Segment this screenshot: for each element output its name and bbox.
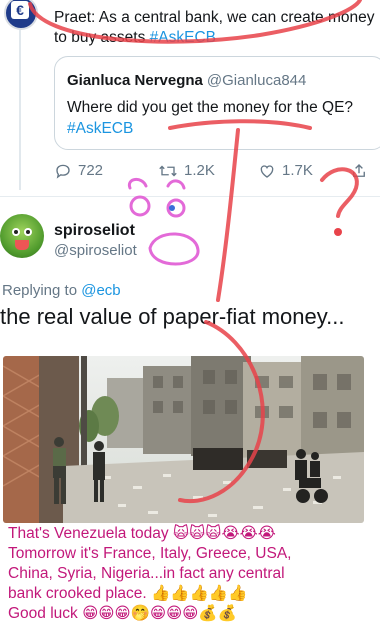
top-tweet[interactable]: € Praet: As a central bank, we can creat… xyxy=(0,0,380,52)
tweet-actions: 722 1.2K 1.7K xyxy=(54,160,380,182)
avatar-mouth xyxy=(15,240,29,250)
pink-eye-right xyxy=(166,198,186,218)
euro-icon: € xyxy=(11,1,29,19)
quoted-tweet[interactable]: Gianluca Nervegna @Gianluca844 Where did … xyxy=(54,56,380,150)
share-button[interactable] xyxy=(350,160,374,182)
divider xyxy=(0,196,380,197)
quote-handle: @Gianluca844 xyxy=(206,72,307,89)
red-question-dot xyxy=(334,228,342,236)
quote-author: Gianluca Nervegna @Gianluca844 xyxy=(67,72,307,89)
reply-icon xyxy=(56,164,70,179)
mention-ecb[interactable]: @ecb xyxy=(81,282,120,299)
retweet-icon xyxy=(159,165,177,177)
tweet-photo[interactable] xyxy=(3,356,364,523)
pink-eye-left xyxy=(129,195,151,217)
reply-button[interactable]: 722 xyxy=(54,160,103,182)
like-button[interactable]: 1.7K xyxy=(258,160,313,182)
hashtag-askecb[interactable]: #AskECB xyxy=(150,29,216,46)
pink-mouth xyxy=(148,232,200,266)
avatar-eye xyxy=(24,228,32,236)
display-name[interactable]: spiroseliot xyxy=(54,222,135,240)
quote-hashtag[interactable]: #AskECB xyxy=(67,120,133,137)
thread-line xyxy=(19,30,21,190)
tweet-text: the real value of paper-fiat money... xyxy=(0,304,345,329)
share-icon xyxy=(353,164,365,177)
replying-to: Replying to @ecb xyxy=(2,282,121,299)
ecb-avatar[interactable]: € xyxy=(4,0,38,30)
retweet-button[interactable]: 1.2K xyxy=(158,160,215,182)
street-photo-image xyxy=(3,356,364,523)
red-scribble-stem xyxy=(216,128,240,302)
avatar-eye xyxy=(12,228,20,236)
top-tweet-text: Praet: As a central bank, we can create … xyxy=(54,9,375,46)
username-handle[interactable]: @spiroseliot xyxy=(54,242,137,259)
photo-caption: That's Venezuela today 🙀🙀🙀😭😭😭 Tomorrow i… xyxy=(8,525,292,622)
pink-pupil xyxy=(169,205,175,211)
heart-icon xyxy=(260,165,274,178)
quote-text: Where did you get the money for the QE? … xyxy=(67,99,354,137)
user-avatar[interactable] xyxy=(0,214,44,258)
